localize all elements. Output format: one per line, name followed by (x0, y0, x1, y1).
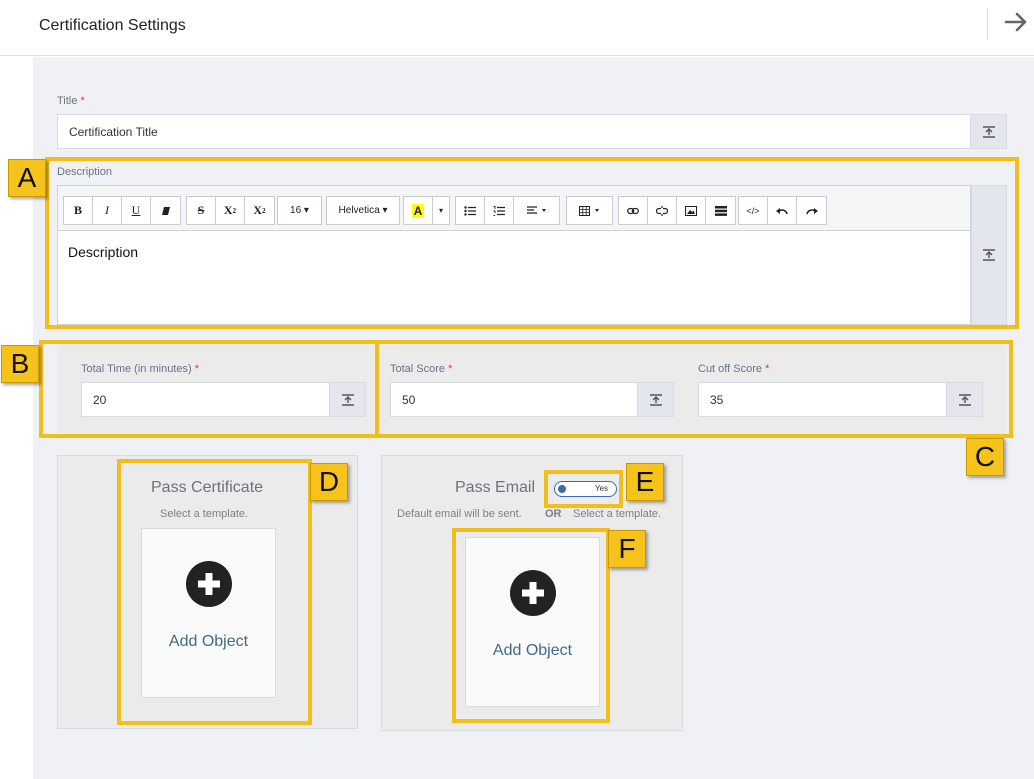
undo-button[interactable] (768, 197, 797, 224)
add-circle-icon (510, 570, 556, 616)
eraser-icon (161, 206, 170, 215)
add-object-label: Add Object (168, 633, 249, 650)
total-score-label: Total Score * (390, 363, 453, 375)
annotation-badge-b: B (1, 345, 39, 383)
pass-email-title: Pass Email (455, 479, 536, 496)
redo-icon (805, 207, 818, 214)
redo-button[interactable] (797, 197, 826, 224)
table-icon (578, 205, 599, 216)
code-view-button[interactable]: </> (739, 197, 768, 224)
add-object-label: Add Object (492, 642, 573, 659)
text-color-dropdown[interactable]: ▾ (433, 197, 449, 224)
page: Certification Settings Title * Certifica… (0, 0, 1034, 779)
superscript-button[interactable]: X2 (216, 197, 245, 224)
toggle-knob (558, 485, 566, 493)
pass-certificate-title: Pass Certificate (151, 479, 264, 496)
font-family-value: Helvetica ▾ (338, 205, 388, 216)
video-button[interactable] (706, 197, 735, 224)
font-family-dropdown[interactable]: Helvetica ▾ (326, 196, 400, 225)
pass-email-select-text: Select a template. (573, 508, 662, 520)
description-label: Description (57, 166, 113, 178)
title-input[interactable]: Certification Title (57, 114, 971, 149)
total-time-input[interactable]: 20 (81, 382, 330, 417)
cutoff-score-label: Cut off Score * (698, 363, 770, 375)
bullet-list-button[interactable] (456, 197, 485, 224)
link-button[interactable] (619, 197, 648, 224)
page-title: Certification Settings (39, 17, 186, 34)
annotation-badge-e: E (626, 463, 664, 501)
editor-toolbar: B I U S X2 X2 16 ▾ Helvetica ▾ A ▾ </> (58, 186, 970, 231)
text-clear-icon (341, 393, 354, 406)
total-time-format-button[interactable] (330, 382, 366, 417)
description-editor: B I U S X2 X2 16 ▾ Helvetica ▾ A ▾ </> D… (57, 185, 971, 325)
image-icon (685, 205, 697, 216)
toolbar-script-group: S X2 X2 (186, 196, 275, 225)
underline-button[interactable]: U (122, 197, 151, 224)
annotation-badge-a: A (8, 159, 46, 197)
link-icon (627, 207, 639, 214)
pass-certificate-subtitle: Select a template. (160, 508, 249, 520)
annotation-badge-f: F (608, 530, 646, 568)
total-score-input[interactable]: 50 (390, 382, 638, 417)
numbered-list-icon (493, 205, 505, 216)
description-textarea[interactable]: Description (58, 232, 970, 324)
total-score-format-button[interactable] (638, 382, 674, 417)
media-icon (714, 205, 727, 216)
text-clear-icon (982, 125, 995, 138)
font-size-dropdown[interactable]: 16 ▾ (277, 196, 322, 225)
total-time-label: Total Time (in minutes) * (81, 363, 199, 375)
description-format-button[interactable] (971, 185, 1007, 325)
toolbar-color-group: A ▾ (403, 196, 450, 225)
pass-email-default-text: Default email will be sent. (397, 508, 522, 520)
title-format-button[interactable] (971, 114, 1007, 149)
annotation-badge-d: D (310, 463, 348, 501)
pass-email-or-text: OR (545, 508, 562, 520)
page-header: Certification Settings (0, 0, 1034, 56)
text-clear-icon (958, 393, 971, 406)
bullet-list-icon (464, 205, 476, 216)
annotation-badge-c: C (966, 438, 1004, 476)
font-size-value: 16 ▾ (290, 205, 309, 216)
image-button[interactable] (677, 197, 706, 224)
pass-email-add-object[interactable]: Add Object (465, 537, 600, 707)
unlink-icon (656, 205, 668, 216)
italic-button[interactable]: I (93, 197, 122, 224)
eraser-button[interactable] (151, 197, 180, 224)
numbered-list-button[interactable] (485, 197, 514, 224)
title-label: Title * (57, 95, 85, 107)
table-dropdown[interactable] (566, 196, 613, 225)
text-clear-icon (649, 393, 662, 406)
unlink-button[interactable] (648, 197, 677, 224)
subscript-button[interactable]: X2 (245, 197, 274, 224)
header-divider (987, 8, 988, 40)
toolbar-history-group: </> (738, 196, 827, 225)
add-circle-icon (186, 561, 232, 607)
pass-email-toggle[interactable]: Yes (554, 481, 617, 497)
toolbar-insert-group (618, 196, 736, 225)
cutoff-score-format-button[interactable] (947, 382, 983, 417)
toggle-label: Yes (594, 484, 608, 493)
undo-icon (776, 207, 788, 214)
text-clear-icon (983, 249, 995, 261)
align-left-icon (526, 205, 546, 214)
bold-button[interactable]: B (64, 197, 93, 224)
text-color-button[interactable]: A (404, 197, 433, 224)
arrow-right-icon[interactable] (1003, 9, 1029, 35)
pass-certificate-add-object[interactable]: Add Object (141, 528, 276, 698)
toolbar-list-group (455, 196, 560, 225)
strikethrough-button[interactable]: S (187, 197, 216, 224)
toolbar-style-group: B I U (63, 196, 181, 225)
cutoff-score-input[interactable]: 35 (698, 382, 947, 417)
align-dropdown[interactable] (514, 197, 559, 224)
